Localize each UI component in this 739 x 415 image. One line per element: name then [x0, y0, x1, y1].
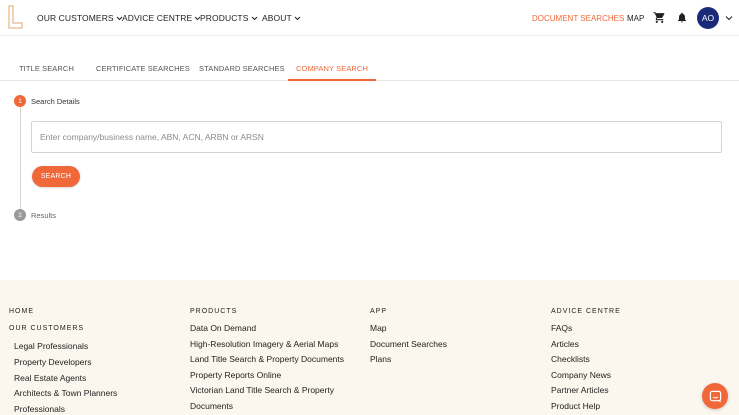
chevron-down-icon[interactable] [725, 14, 733, 22]
footer-home-link[interactable]: HOME [9, 308, 34, 315]
nav-products-label: PRODUCTS [200, 13, 249, 23]
footer-link[interactable]: Victorian Land Title Search & Property [190, 385, 334, 395]
bell-icon[interactable] [676, 11, 688, 24]
nav-about-label: ABOUT [262, 13, 292, 23]
step-2-label: Results [31, 211, 57, 220]
footer-products-heading: PRODUCTS [190, 308, 238, 315]
nav-advice-centre-label: ADVICE CENTRE [122, 13, 193, 23]
nav-our-customers[interactable]: OUR CUSTOMERS [37, 13, 123, 23]
footer-link[interactable]: Professionals [14, 404, 65, 414]
chat-launcher-button[interactable] [702, 383, 728, 409]
chevron-down-icon [251, 16, 257, 20]
footer-link[interactable]: Map [370, 323, 387, 333]
user-avatar[interactable]: AO [697, 7, 719, 29]
footer-app-heading: APP [370, 308, 388, 315]
step-1-label: Search Details [31, 97, 80, 106]
footer-link[interactable]: Company News [551, 370, 611, 380]
tab-certificate-searches[interactable]: CERTIFICATE SEARCHES [96, 64, 190, 73]
footer-link[interactable]: FAQs [551, 323, 572, 333]
nav-about[interactable]: ABOUT [262, 13, 301, 23]
footer-our-customers-heading[interactable]: OUR CUSTOMERS [9, 325, 84, 332]
chevron-down-icon [294, 16, 301, 20]
tab-company-search[interactable]: COMPANY SEARCH [296, 64, 368, 73]
top-header: OUR CUSTOMERS ADVICE CENTRE PRODUCTS ABO… [0, 0, 739, 36]
footer-link[interactable]: High-Resolution Imagery & Aerial Maps [190, 339, 338, 349]
step-2-badge: 2 [14, 209, 26, 221]
cart-icon[interactable] [653, 11, 666, 24]
footer-link[interactable]: Property Reports Online [190, 370, 281, 380]
search-type-tabs: TITLE SEARCH CERTIFICATE SEARCHES STANDA… [0, 56, 739, 81]
footer-link[interactable]: Land Title Search & Property Documents [190, 354, 344, 364]
footer-link[interactable]: Checklists [551, 354, 590, 364]
chat-icon [709, 390, 721, 403]
footer-link[interactable]: Plans [370, 354, 391, 364]
map-link[interactable]: MAP [627, 14, 644, 23]
document-searches-link[interactable]: DOCUMENT SEARCHES [532, 14, 624, 23]
search-button[interactable]: SEARCH [32, 166, 80, 187]
footer-link[interactable]: Document Searches [370, 339, 447, 349]
footer-link[interactable]: Partner Articles [551, 385, 609, 395]
company-search-input[interactable] [31, 121, 722, 153]
nav-advice-centre[interactable]: ADVICE CENTRE [122, 13, 201, 23]
footer-link[interactable]: Real Estate Agents [14, 373, 86, 383]
footer-link[interactable]: Documents [190, 401, 233, 411]
footer-link[interactable]: Articles [551, 339, 579, 349]
nav-products[interactable]: PRODUCTS [200, 13, 258, 23]
active-tab-indicator [288, 79, 376, 81]
step-1-badge: 1 [14, 95, 26, 107]
footer-link[interactable]: Data On Demand [190, 323, 256, 333]
footer-link[interactable]: Product Help [551, 401, 600, 411]
nav-our-customers-label: OUR CUSTOMERS [37, 13, 114, 23]
footer-link[interactable]: Legal Professionals [14, 341, 88, 351]
tab-title-search[interactable]: TITLE SEARCH [19, 64, 74, 73]
logo-icon[interactable] [7, 5, 24, 30]
stepper-connector [20, 107, 21, 210]
tab-standard-searches[interactable]: STANDARD SEARCHES [199, 64, 285, 73]
footer: HOME OUR CUSTOMERS Legal Professionals P… [0, 280, 739, 415]
footer-link[interactable]: Property Developers [14, 357, 91, 367]
footer-advice-centre-heading: ADVICE CENTRE [551, 308, 621, 315]
footer-link[interactable]: Architects & Town Planners [14, 388, 117, 398]
